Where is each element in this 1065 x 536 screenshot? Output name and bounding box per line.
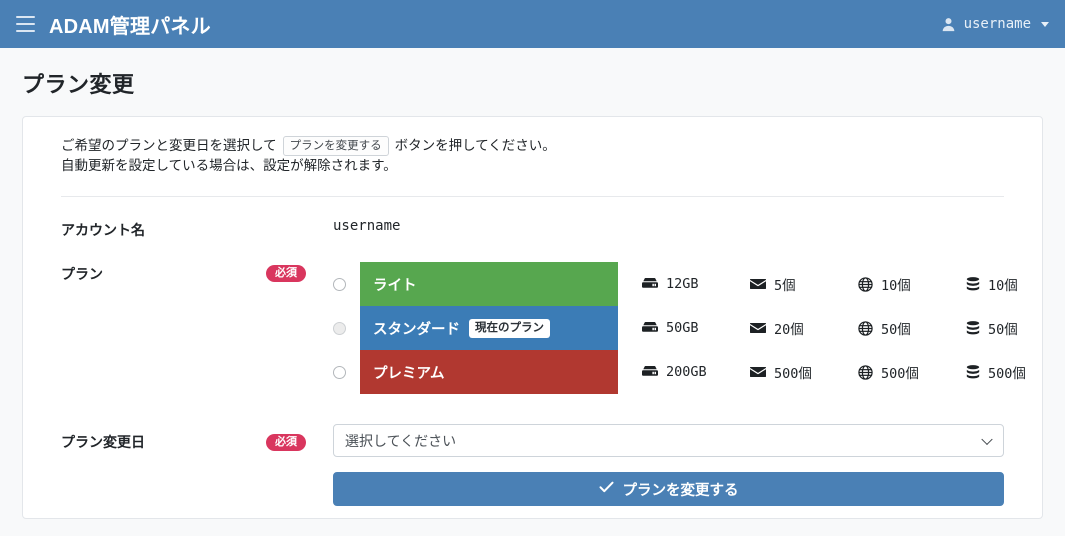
spec-domain: 50個 — [836, 318, 944, 338]
change-date-label: プラン変更日 — [61, 433, 145, 450]
plan-radio-light[interactable] — [333, 277, 346, 291]
user-icon — [941, 17, 956, 32]
spec-database-value: 500個 — [988, 366, 1026, 382]
hdd-icon — [642, 277, 658, 291]
database-icon — [966, 276, 980, 292]
plan-row: プラン 必須 ライト 12GB 5個 10個 10個 スタンダード 現在のプラン… — [43, 262, 1026, 394]
plan-specs-light: 12GB 5個 10個 10個 — [618, 262, 1054, 306]
intro-prefix: ご希望のプランと変更日を選択して — [61, 138, 277, 153]
spec-mail-value: 20個 — [774, 322, 804, 338]
spec-domain-value: 50個 — [881, 322, 911, 338]
spec-domain-value: 10個 — [881, 278, 911, 294]
change-date-select[interactable]: 選択してください — [333, 424, 1004, 457]
spec-database-value: 10個 — [988, 278, 1018, 294]
current-plan-badge: 現在のプラン — [469, 318, 550, 338]
plan-bar-standard[interactable]: スタンダード 現在のプラン — [360, 306, 618, 350]
spec-storage: 200GB — [618, 364, 728, 380]
plan-name-premium: プレミアム — [373, 365, 445, 382]
spec-storage-value: 50GB — [666, 320, 699, 336]
plan-radio-cell — [333, 277, 360, 291]
spec-domain: 500個 — [836, 362, 944, 382]
plan-bar-light[interactable]: ライト — [360, 262, 618, 306]
chevron-down-icon — [981, 433, 993, 445]
account-name-label: アカウント名 — [61, 222, 145, 238]
spec-mail-value: 5個 — [774, 278, 796, 294]
plan-required-badge: 必須 — [266, 265, 306, 282]
hdd-icon — [642, 321, 658, 335]
spec-database: 50個 — [944, 318, 1054, 338]
envelope-icon — [750, 366, 766, 378]
intro-inline-button-label: プランを変更する — [282, 136, 389, 156]
intro-text: ご希望のプランと変更日を選択して プランを変更する ボタンを押してください。 自… — [43, 136, 1022, 176]
plan-radio-standard — [333, 321, 346, 335]
app-brand-title: ADAM管理パネル — [49, 15, 211, 38]
change-date-required-cell: 必須 — [266, 431, 333, 451]
globe-icon — [858, 276, 873, 292]
check-icon — [598, 481, 614, 497]
spec-domain: 10個 — [836, 274, 944, 294]
account-name-value: username — [333, 218, 401, 234]
envelope-icon — [750, 322, 766, 334]
plan-name-standard: スタンダード — [373, 321, 460, 338]
user-menu[interactable]: username — [941, 16, 1049, 32]
plan-specs-premium: 200GB 500個 500個 500個 — [618, 350, 1054, 394]
intro-line-1: ご希望のプランと変更日を選択して プランを変更する ボタンを押してください。 — [61, 136, 1022, 156]
globe-icon — [858, 320, 873, 336]
hamburger-icon[interactable] — [16, 16, 35, 32]
spec-storage: 12GB — [618, 276, 728, 292]
intro-line-2: 自動更新を設定している場合は、設定が解除されます。 — [61, 158, 397, 173]
plan-options-table: ライト 12GB 5個 10個 10個 スタンダード 現在のプラン 50GB 2… — [333, 262, 1054, 394]
hdd-icon — [642, 365, 658, 379]
spec-storage-value: 200GB — [666, 364, 707, 380]
plan-change-card: ご希望のプランと変更日を選択して プランを変更する ボタンを押してください。 自… — [22, 116, 1043, 519]
plan-specs-standard: 50GB 20個 50個 50個 — [618, 306, 1054, 350]
top-navbar: ADAM管理パネル username — [0, 0, 1065, 48]
submit-row: プランを変更する — [43, 472, 1022, 506]
plan-name-light: ライト — [373, 277, 417, 294]
page-title: プラン変更 — [22, 72, 135, 97]
plan-option-row: スタンダード 現在のプラン 50GB 20個 50個 50個 — [333, 306, 1054, 350]
spec-mail: 20個 — [728, 318, 836, 338]
spec-database-value: 50個 — [988, 322, 1018, 338]
spec-mail: 5個 — [728, 274, 836, 294]
spec-domain-value: 500個 — [881, 366, 919, 382]
change-plan-button[interactable]: プランを変更する — [333, 472, 1004, 506]
plan-label: プラン — [61, 266, 103, 282]
globe-icon — [858, 364, 873, 380]
plan-radio-cell — [333, 365, 360, 379]
plan-option-row: プレミアム 200GB 500個 500個 500個 — [333, 350, 1054, 394]
database-icon — [966, 364, 980, 380]
database-icon — [966, 320, 980, 336]
username-label: username — [963, 16, 1031, 32]
submit-spacer — [61, 472, 333, 506]
intro-suffix: ボタンを押してください。 — [394, 138, 556, 153]
caret-down-icon — [1041, 21, 1049, 27]
plan-bar-premium[interactable]: プレミアム — [360, 350, 618, 394]
spec-storage-value: 12GB — [666, 276, 699, 292]
plan-radio-premium[interactable] — [333, 365, 346, 379]
change-plan-button-label: プランを変更する — [622, 482, 739, 499]
spec-mail-value: 500個 — [774, 366, 812, 382]
account-name-row: アカウント名 username — [43, 218, 1022, 240]
plan-option-row: ライト 12GB 5個 10個 10個 — [333, 262, 1054, 306]
spec-database: 500個 — [944, 362, 1054, 382]
spec-mail: 500個 — [728, 362, 836, 382]
spec-database: 10個 — [944, 274, 1054, 294]
spec-storage: 50GB — [618, 320, 728, 336]
plan-required-cell: 必須 — [266, 262, 333, 282]
account-required-cell — [266, 218, 333, 219]
section-divider — [61, 196, 1004, 197]
change-date-selected-value: 選択してください — [345, 432, 457, 449]
navbar-left-group: ADAM管理パネル — [16, 10, 211, 39]
change-date-required-badge: 必須 — [266, 433, 306, 451]
envelope-icon — [750, 278, 766, 290]
change-date-row: プラン変更日 必須 選択してください — [43, 424, 1022, 457]
plan-radio-cell — [333, 321, 360, 335]
